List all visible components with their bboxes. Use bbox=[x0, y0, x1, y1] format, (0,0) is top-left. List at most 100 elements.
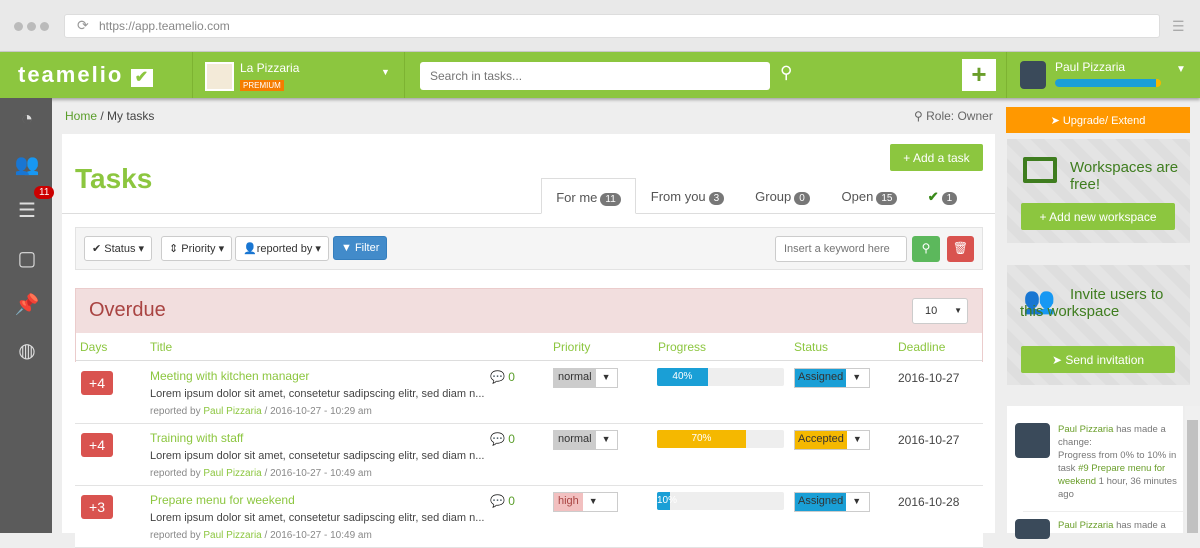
task-description: Lorem ipsum dolor sit amet, consetetur s… bbox=[150, 450, 485, 462]
activity-user[interactable]: Paul Pizzaria bbox=[1058, 520, 1113, 531]
status-filter[interactable]: ✔ Status ▾ bbox=[84, 236, 153, 261]
plan-badge: PREMIUM bbox=[240, 80, 284, 91]
breadcrumb-current: My tasks bbox=[107, 109, 155, 123]
status-select[interactable]: Assigned ▼ bbox=[794, 368, 870, 388]
comments[interactable]: 💬 0 bbox=[490, 370, 515, 384]
search-icon[interactable]: ⚲ bbox=[780, 63, 792, 83]
column-header[interactable]: Progress bbox=[658, 340, 706, 354]
chevron-down-icon: ▼ bbox=[601, 372, 611, 382]
priority-value: normal bbox=[554, 431, 596, 449]
tasks-icon[interactable]: ☰ bbox=[14, 198, 40, 222]
progress-bar: 40% bbox=[657, 368, 784, 386]
activity-user[interactable]: Paul Pizzaria bbox=[1058, 424, 1113, 435]
priority-select[interactable]: normal ▼ bbox=[553, 368, 618, 388]
add-button[interactable]: + bbox=[962, 59, 996, 91]
tab-done[interactable]: ✔ 1 bbox=[915, 178, 970, 214]
check-icon: ✔ bbox=[927, 189, 939, 204]
reported-by-filter[interactable]: 👤reported by ▾ bbox=[235, 236, 329, 261]
user-avatar[interactable] bbox=[1020, 61, 1046, 89]
reporter-link[interactable]: Paul Pizzaria bbox=[203, 406, 261, 417]
table-row[interactable]: +4 Meeting with kitchen manager Lorem ip… bbox=[75, 362, 983, 424]
send-invitation-label: Send invitation bbox=[1065, 353, 1145, 367]
company-dropdown-icon[interactable]: ▼ bbox=[381, 67, 390, 77]
filter-button[interactable]: ▼ Filter bbox=[333, 236, 388, 260]
comments[interactable]: 💬 0 bbox=[490, 432, 515, 446]
table-row[interactable]: +4 Training with staff Lorem ipsum dolor… bbox=[75, 424, 983, 486]
notes-icon[interactable]: ▢ bbox=[14, 246, 40, 270]
days-overdue-badge: +4 bbox=[81, 433, 113, 457]
column-header[interactable]: Title bbox=[150, 340, 172, 354]
company-name[interactable]: La Pizzaria bbox=[240, 61, 299, 75]
column-header[interactable]: Priority bbox=[553, 340, 590, 354]
breadcrumb: Home / My tasks bbox=[65, 109, 154, 123]
tab-count: 0 bbox=[794, 192, 810, 205]
window-dot[interactable] bbox=[14, 22, 23, 31]
add-workspace-button[interactable]: + Add new workspace bbox=[1021, 203, 1175, 230]
search-button[interactable]: ⚲ bbox=[912, 236, 940, 262]
tab-from-you[interactable]: From you 3 bbox=[640, 178, 735, 214]
team-icon[interactable]: 👥 bbox=[14, 152, 40, 176]
column-header[interactable]: Days bbox=[80, 340, 107, 354]
activity-avatar bbox=[1015, 519, 1050, 539]
send-invitation-button[interactable]: ➤ Send invitation bbox=[1021, 346, 1175, 373]
url-bar[interactable]: ⟳ https://app.teamelio.com bbox=[64, 14, 1160, 38]
priority-value: high bbox=[554, 493, 583, 511]
upgrade-button[interactable]: ➤ Upgrade/ Extend bbox=[1006, 107, 1190, 133]
activity-action: has made a bbox=[1113, 520, 1166, 531]
reporter-link[interactable]: Paul Pizzaria bbox=[203, 468, 261, 479]
tab-for-me[interactable]: For me 11 bbox=[541, 178, 636, 214]
priority-filter-label: Priority bbox=[181, 243, 216, 255]
status-select[interactable]: Assigned ▼ bbox=[794, 492, 870, 512]
scrollbar[interactable] bbox=[1185, 406, 1200, 533]
divider bbox=[192, 52, 193, 98]
deadline: 2016-10-28 bbox=[898, 495, 960, 509]
page-size-value: 10 bbox=[925, 305, 938, 317]
add-task-button[interactable]: + Add a task bbox=[890, 144, 983, 171]
task-title-link[interactable]: Training with staff bbox=[150, 431, 243, 445]
tab-open[interactable]: Open 15 bbox=[832, 178, 907, 214]
section-title: Overdue bbox=[89, 299, 166, 321]
add-task-label: Add a task bbox=[912, 151, 970, 165]
reported-at: / 2016-10-27 - 10:49 am bbox=[261, 530, 372, 541]
window-dot[interactable] bbox=[40, 22, 49, 31]
comment-icon: 💬 bbox=[490, 370, 505, 384]
browser-chrome: ⟳ https://app.teamelio.com ☰ bbox=[0, 0, 1200, 52]
task-title-link[interactable]: Prepare menu for weekend bbox=[150, 493, 295, 507]
user-dropdown-icon[interactable]: ▼ bbox=[1176, 64, 1186, 75]
overdue-header bbox=[76, 289, 982, 333]
user-name[interactable]: Paul Pizzaria bbox=[1055, 60, 1125, 74]
status-filter-label: Status bbox=[104, 243, 136, 255]
task-description: Lorem ipsum dolor sit amet, consetetur s… bbox=[150, 512, 485, 524]
window-dot[interactable] bbox=[27, 22, 36, 31]
page-title: Tasks bbox=[75, 163, 153, 194]
dashboard-icon[interactable]: ◔ bbox=[14, 108, 40, 132]
globe-icon[interactable]: ◍ bbox=[14, 338, 40, 362]
comments[interactable]: 💬 0 bbox=[490, 494, 515, 508]
reload-icon[interactable]: ⟳ bbox=[77, 17, 89, 34]
monitor-icon bbox=[1023, 157, 1057, 183]
divider bbox=[1006, 52, 1007, 98]
clear-button[interactable]: 🗑 bbox=[947, 236, 974, 262]
add-workspace-label: Add new workspace bbox=[1049, 210, 1157, 224]
reporter-link[interactable]: Paul Pizzaria bbox=[203, 530, 261, 541]
status-select[interactable]: Accepted ▼ bbox=[794, 430, 870, 450]
search-input[interactable] bbox=[420, 62, 770, 90]
task-title-link[interactable]: Meeting with kitchen manager bbox=[150, 369, 309, 383]
priority-select[interactable]: normal ▼ bbox=[553, 430, 618, 450]
tab-group[interactable]: Group 0 bbox=[745, 178, 820, 214]
table-row[interactable]: +3 Prepare menu for weekend Lorem ipsum … bbox=[75, 486, 983, 548]
column-header[interactable]: Deadline bbox=[898, 340, 945, 354]
keyword-input[interactable] bbox=[775, 236, 907, 262]
priority-select[interactable]: high ▼ bbox=[553, 492, 618, 512]
upgrade-label: Upgrade/ Extend bbox=[1062, 115, 1146, 127]
menu-icon[interactable]: ☰ bbox=[1172, 18, 1185, 35]
breadcrumb-home[interactable]: Home bbox=[65, 109, 97, 123]
invite-text: Invite users to this workspace bbox=[1020, 286, 1164, 320]
divider bbox=[404, 52, 405, 98]
pin-icon[interactable]: 📌 bbox=[14, 292, 40, 316]
page-size-select[interactable]: 10 ▼ bbox=[912, 298, 968, 324]
priority-filter[interactable]: ⇕ Priority ▾ bbox=[161, 236, 233, 261]
role-text: Role: Owner bbox=[926, 109, 993, 123]
column-header[interactable]: Status bbox=[794, 340, 828, 354]
logo[interactable]: teamelio ✔ bbox=[18, 62, 154, 88]
